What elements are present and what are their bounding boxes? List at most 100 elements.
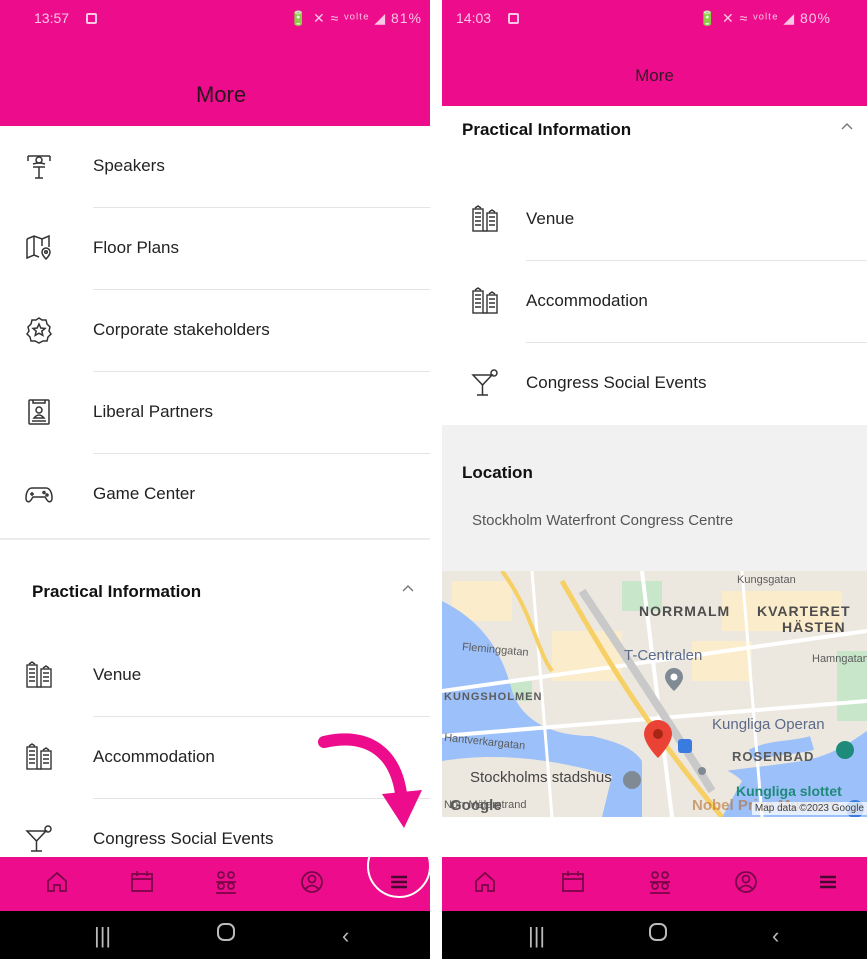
right-screen: 14:03 🔋 ✕ ≈ ᵛᵒˡᵗᵉ ◢ 80% More Practical I… (442, 0, 867, 959)
section-title: Practical Information (32, 582, 202, 601)
map-label: ROSENBAD (732, 749, 815, 764)
map-label: KUNGSHOLMEN (444, 691, 543, 703)
buildings-icon (472, 205, 498, 232)
curved-arrow-annotation (318, 733, 422, 828)
menu-icon (820, 875, 836, 889)
recent-apps-button[interactable]: ||| (94, 923, 111, 949)
map-label: Hamngatan (812, 653, 867, 665)
home-icon (475, 871, 495, 892)
profile-icon (301, 871, 323, 893)
profile-icon (735, 871, 757, 893)
highlight-circle-annotation (367, 834, 431, 898)
tab-schedule[interactable] (560, 869, 590, 899)
menu-item-label: Corporate stakeholders (93, 320, 270, 339)
gallery-icon (508, 13, 519, 24)
status-icons: 🔋 ✕ ≈ ᵛᵒˡᵗᵉ ◢ 80% (698, 10, 831, 26)
tab-home[interactable] (472, 869, 502, 899)
map-label: NORRMALM (639, 603, 731, 619)
home-nav-button[interactable] (216, 921, 236, 949)
status-bar: 13:57 🔋 ✕ ≈ ᵛᵒˡᵗᵉ ◢ 81% (0, 0, 442, 38)
buildings-icon (26, 743, 52, 770)
location-heading: Location (462, 463, 533, 482)
map-credit[interactable]: Map data ©2023 Google (751, 802, 867, 815)
section-divider (0, 538, 442, 540)
page-title: More (635, 66, 674, 85)
tab-profile[interactable] (299, 869, 329, 899)
bottom-tab-bar (442, 857, 867, 911)
cocktail-icon (471, 369, 498, 396)
people-icon (216, 871, 236, 894)
menu-item-label: Venue (526, 209, 575, 228)
home-icon (47, 871, 67, 892)
location-address: Stockholm Waterfront Congress Centre (472, 512, 734, 529)
menu-item-label: Accommodation (93, 747, 215, 766)
gallery-icon (86, 13, 97, 24)
map-label: Stockholms stadshus (470, 769, 612, 786)
system-nav-bar: ||| ‹ (442, 911, 867, 959)
menu-item-label: Congress Social Events (93, 829, 274, 848)
chevron-up-icon[interactable] (400, 580, 416, 596)
app-header: More (0, 38, 442, 126)
back-button[interactable]: ‹ (772, 923, 779, 949)
menu-item-floor-plans[interactable]: Floor Plans (0, 208, 442, 290)
map-label: KVARTERET (757, 603, 851, 619)
tab-home[interactable] (44, 869, 74, 899)
home-circle-icon (649, 923, 667, 941)
calendar-icon (562, 871, 584, 892)
menu-item-corporate-stakeholders[interactable]: Corporate stakeholders (0, 290, 442, 372)
menu-item-liberal-partners[interactable]: Liberal Partners (0, 372, 442, 454)
status-bar: 14:03 🔋 ✕ ≈ ᵛᵒˡᵗᵉ ◢ 80% (442, 0, 867, 38)
menu-list: Speakers Floor Plans Corporate stakehold… (0, 126, 442, 852)
cocktail-icon (25, 825, 52, 852)
left-screen: 13:57 🔋 ✕ ≈ ᵛᵒˡᵗᵉ ◢ 81% More Speakers Fl… (0, 0, 442, 959)
menu-item-venue[interactable]: Venue (442, 179, 867, 261)
map-label: Kungliga Operan (712, 716, 825, 733)
location-section: Location Stockholm Waterfront Congress C… (442, 425, 867, 571)
menu-item-label: Liberal Partners (93, 402, 214, 421)
tab-more[interactable] (815, 869, 845, 899)
menu-item-congress-social-events[interactable]: Congress Social Events (442, 343, 867, 425)
people-icon (650, 871, 670, 894)
home-nav-button[interactable] (648, 921, 668, 949)
menu-item-speakers[interactable]: Speakers (0, 126, 442, 208)
buildings-icon (26, 661, 52, 688)
status-icons: 🔋 ✕ ≈ ᵛᵒˡᵗᵉ ◢ 81% (289, 10, 422, 26)
tab-profile[interactable] (733, 869, 763, 899)
practical-information-panel: Practical Information Venue Accommodatio… (442, 106, 867, 817)
speaker-podium-icon (27, 155, 51, 179)
menu-item-game-center[interactable]: Game Center (0, 454, 442, 536)
map-label: T-Centralen (624, 647, 703, 664)
page-title: More (195, 82, 247, 107)
menu-item-label: Congress Social Events (526, 373, 707, 392)
map-pin-icon (26, 234, 51, 261)
status-time: 13:57 (34, 10, 70, 26)
section-header-practical-information[interactable]: Practical Information (442, 106, 867, 162)
location-map[interactable]: Kungsgatan NORRMALM KVARTERET HÄSTEN Fle… (442, 571, 867, 817)
menu-item-venue[interactable]: Venue (0, 635, 442, 717)
id-card-icon (28, 399, 50, 425)
status-time: 14:03 (456, 10, 492, 26)
tab-schedule[interactable] (129, 869, 159, 899)
menu-item-label: Game Center (93, 484, 196, 503)
menu-item-label: Floor Plans (93, 238, 179, 257)
recent-apps-button[interactable]: ||| (528, 923, 545, 949)
menu-item-label: Venue (93, 665, 142, 684)
section-header-practical-information[interactable]: Practical Information (0, 568, 442, 624)
map-label: Kungsgatan (737, 574, 796, 586)
calendar-icon (131, 871, 153, 892)
back-button[interactable]: ‹ (342, 923, 349, 949)
menu-item-label: Accommodation (526, 291, 648, 310)
section-title: Practical Information (462, 120, 632, 139)
chevron-up-icon[interactable] (839, 118, 855, 134)
map-label: HÄSTEN (782, 619, 846, 635)
menu-item-accommodation[interactable]: Accommodation (442, 261, 867, 343)
system-nav-bar: ||| ‹ (0, 911, 442, 959)
menu-item-label: Speakers (93, 156, 165, 175)
google-logo: Google (450, 797, 502, 814)
app-header: More (442, 38, 867, 106)
tab-people[interactable] (647, 869, 677, 899)
star-badge-icon (26, 317, 52, 344)
buildings-icon (472, 287, 498, 314)
tab-people[interactable] (213, 869, 243, 899)
home-circle-icon (217, 923, 235, 941)
